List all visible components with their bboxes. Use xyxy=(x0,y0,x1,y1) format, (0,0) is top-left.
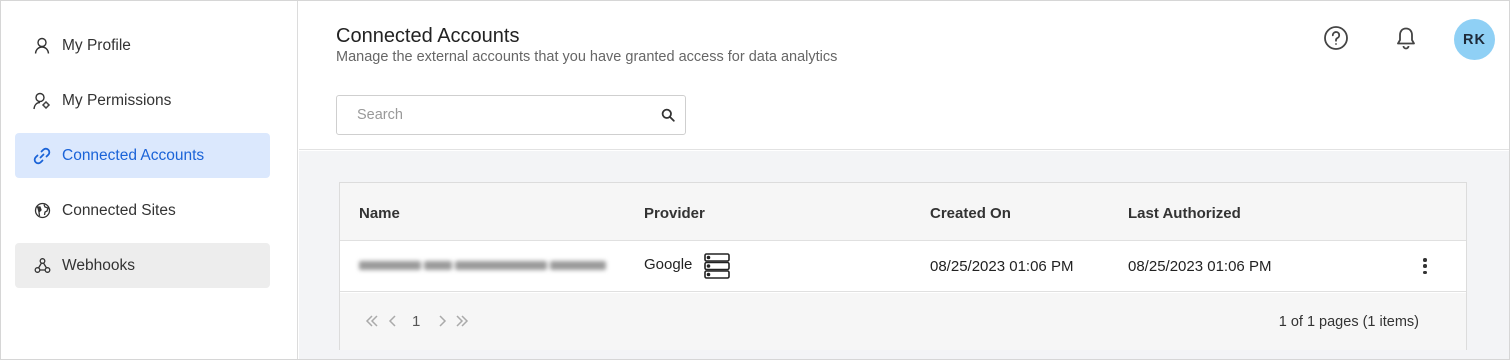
sidebar-item-label: Connected Accounts xyxy=(62,146,205,164)
sidebar-item-my-profile[interactable]: My Profile xyxy=(15,23,270,68)
page-title: Connected Accounts xyxy=(336,25,520,47)
user-icon xyxy=(33,37,51,55)
redacted-account-name xyxy=(359,257,609,273)
column-header-provider[interactable]: Provider xyxy=(644,205,705,222)
column-header-last-authorized[interactable]: Last Authorized xyxy=(1128,205,1241,222)
search-icon[interactable] xyxy=(661,108,675,122)
sidebar-item-connected-sites[interactable]: Connected Sites xyxy=(15,188,270,233)
link-icon xyxy=(33,147,51,165)
created-on-cell: 08/25/2023 01:06 PM xyxy=(930,258,1074,275)
provider-cell: Google xyxy=(644,256,693,273)
globe-icon xyxy=(33,202,51,220)
sidebar-item-my-permissions[interactable]: My Permissions xyxy=(15,78,270,123)
server-icon xyxy=(704,253,730,279)
column-header-name[interactable]: Name xyxy=(359,205,400,222)
page-header: Connected Accounts Manage the external a… xyxy=(299,1,1509,150)
next-page-icon[interactable] xyxy=(434,313,450,329)
column-header-created-on[interactable]: Created On xyxy=(930,205,1011,222)
last-page-icon[interactable] xyxy=(454,313,470,329)
page-subtitle: Manage the external accounts that you ha… xyxy=(336,49,838,65)
more-options-icon[interactable] xyxy=(1420,255,1430,277)
pager: 1 1 of 1 pages (1 items) xyxy=(340,293,1466,350)
pager-info: 1 of 1 pages (1 items) xyxy=(1278,314,1419,330)
user-gear-icon xyxy=(33,92,51,110)
previous-page-icon[interactable] xyxy=(385,313,401,329)
sidebar: My Profile My Permissions Connected Acco… xyxy=(1,1,298,359)
help-icon[interactable] xyxy=(1323,25,1349,51)
avatar[interactable]: RK xyxy=(1454,19,1495,60)
table-header: Name Provider Created On Last Authorized xyxy=(340,183,1466,241)
search-input[interactable] xyxy=(337,96,647,134)
search-box xyxy=(336,95,686,135)
sidebar-item-webhooks[interactable]: Webhooks xyxy=(15,243,270,288)
sidebar-item-label: My Permissions xyxy=(62,91,172,109)
table-row[interactable]: Google 08/25/2023 01:06 PM 08/25/2023 01… xyxy=(340,241,1466,292)
bell-icon[interactable] xyxy=(1393,25,1419,51)
main-panel: Connected Accounts Manage the external a… xyxy=(299,1,1509,359)
content-area: Name Provider Created On Last Authorized… xyxy=(299,151,1509,359)
sidebar-item-label: Connected Sites xyxy=(62,201,176,219)
last-authorized-cell: 08/25/2023 01:06 PM xyxy=(1128,258,1272,275)
sidebar-item-connected-accounts[interactable]: Connected Accounts xyxy=(15,133,270,178)
sidebar-item-label: Webhooks xyxy=(62,256,135,274)
page-number[interactable]: 1 xyxy=(412,313,420,330)
sidebar-item-label: My Profile xyxy=(62,36,131,54)
webhook-icon xyxy=(33,257,51,275)
first-page-icon[interactable] xyxy=(364,313,380,329)
accounts-table: Name Provider Created On Last Authorized… xyxy=(339,182,1467,350)
